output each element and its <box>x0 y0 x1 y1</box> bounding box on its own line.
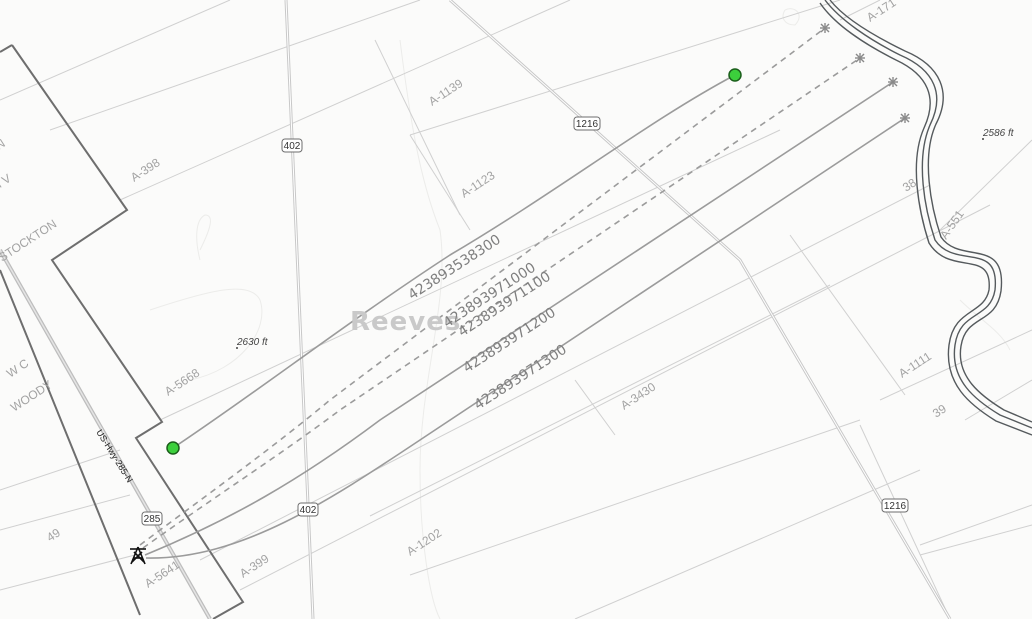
owner-label: W C <box>4 356 31 381</box>
survey-label: A-3430 <box>618 380 658 413</box>
owner-label: M V <box>0 171 14 194</box>
survey-label: A-1202 <box>404 526 444 559</box>
owner-label: WOODY <box>8 377 55 414</box>
road-shield-402: 402 <box>281 138 303 153</box>
pecos-river <box>819 0 1032 436</box>
survey-label: A-398 <box>128 155 163 184</box>
road-shield-1216: 1216 <box>881 498 909 513</box>
elevation-label: 2630 ft <box>236 337 269 348</box>
survey-label: 49 <box>44 525 63 544</box>
survey-label: A-1111 <box>896 349 934 381</box>
bottom-hole-star-icon <box>855 53 865 63</box>
surface-location-dot-icon[interactable] <box>166 441 180 455</box>
svg-text:285: 285 <box>144 514 161 525</box>
road-shield-402: 402 <box>297 502 319 517</box>
owner-labels: IN M V STOCKTON W C WOODY <box>0 136 59 414</box>
owner-label: STOCKTON <box>0 217 59 265</box>
surface-location-dot-icon[interactable] <box>728 68 742 82</box>
survey-label: 39 <box>930 401 949 420</box>
elevation-label: 2586 ft <box>982 128 1015 139</box>
county-boundary <box>0 44 245 619</box>
bottom-hole-star-icon <box>900 113 910 123</box>
bottom-hole-star-icon <box>820 23 830 33</box>
road-shield-1216: 1216 <box>573 116 601 131</box>
bottom-hole-star-icon <box>888 77 898 87</box>
bottom-hole-markers <box>820 23 910 123</box>
svg-text:402: 402 <box>284 141 301 152</box>
well-path-w4 <box>144 81 894 556</box>
survey-label: A-1123 <box>458 168 498 201</box>
road-1216 <box>448 0 952 619</box>
survey-label: A-5668 <box>162 366 202 399</box>
owner-label: IN <box>0 136 8 154</box>
map-viewport[interactable]: Reeves 423893538300 423893971000 4238939… <box>0 0 1032 619</box>
svg-text:1216: 1216 <box>884 501 907 512</box>
svg-text:1216: 1216 <box>576 119 599 130</box>
survey-label: A-171 <box>864 0 899 25</box>
terrain-contours <box>149 8 1011 619</box>
survey-label: A-551 <box>937 207 967 242</box>
survey-label: A-1139 <box>426 76 466 109</box>
map-canvas[interactable]: Reeves 423893538300 423893971000 4238939… <box>0 0 1032 619</box>
road-shield-285: 285 <box>141 511 163 526</box>
svg-text:402: 402 <box>300 505 317 516</box>
survey-label: A-5641 <box>142 558 182 591</box>
